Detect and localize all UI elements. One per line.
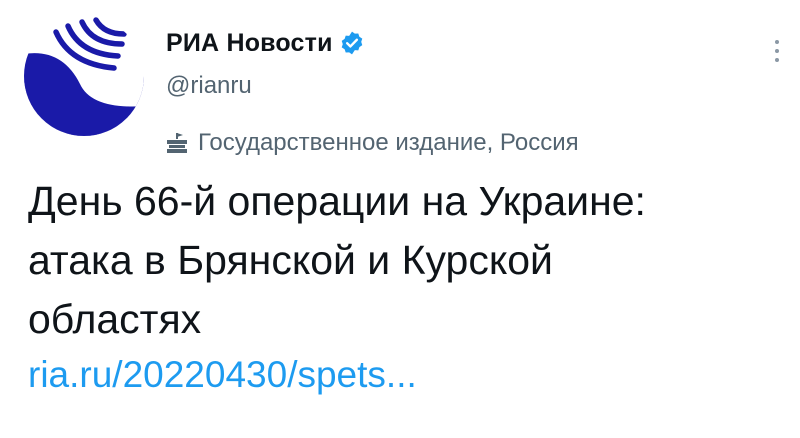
tweet-line: областях [28,296,202,342]
ria-novosti-logo-icon [24,16,144,136]
tweet-link[interactable]: ria.ru/20220430/spets... [28,354,417,396]
handle[interactable]: @rianru [166,72,756,102]
affiliation-text: Государственное издание, Россия [198,129,579,156]
government-building-icon [167,133,187,153]
tweet-line: День 66-й операции на Украине: [28,178,646,224]
display-name[interactable]: РИА Новости [166,29,333,58]
tweet-line: атака в Брянской и Курской [28,237,553,283]
verified-badge-icon [341,31,362,55]
avatar[interactable] [22,14,146,138]
affiliation-label[interactable]: Государственное издание, Россия [166,128,579,158]
more-options-icon[interactable] [764,34,790,68]
tweet-text: День 66-й операции на Украине: атака в Б… [28,172,778,349]
